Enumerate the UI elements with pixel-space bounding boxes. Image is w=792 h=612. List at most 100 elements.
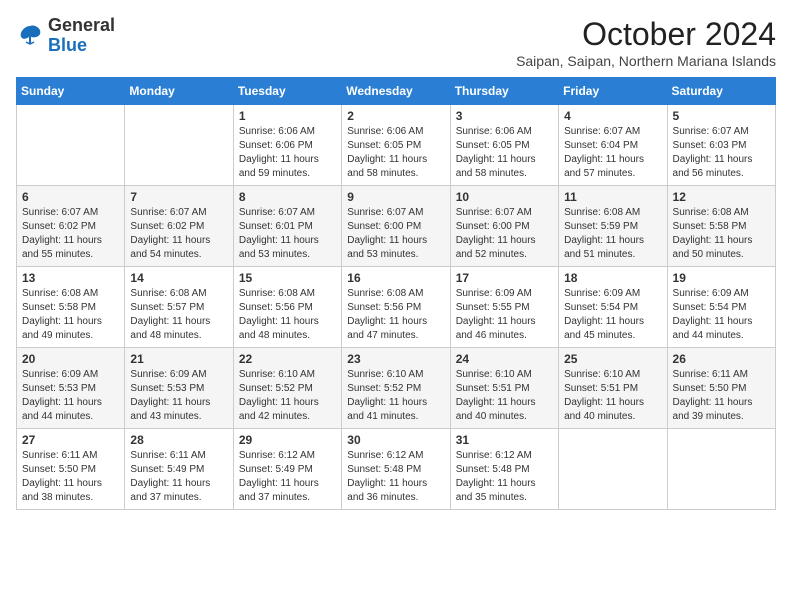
day-info: Sunrise: 6:11 AM Sunset: 5:49 PM Dayligh… xyxy=(130,449,227,505)
day-number: 10 xyxy=(456,190,553,204)
calendar-cell: 30Sunrise: 6:12 AM Sunset: 5:48 PM Dayli… xyxy=(342,429,450,510)
day-info: Sunrise: 6:07 AM Sunset: 6:00 PM Dayligh… xyxy=(456,206,553,262)
day-number: 24 xyxy=(456,352,553,366)
month-title: October 2024 xyxy=(516,16,776,53)
calendar-cell xyxy=(125,105,233,186)
day-number: 1 xyxy=(239,109,336,123)
day-info: Sunrise: 6:12 AM Sunset: 5:48 PM Dayligh… xyxy=(456,449,553,505)
page-header: General Blue October 2024 Saipan, Saipan… xyxy=(16,16,776,69)
day-number: 6 xyxy=(22,190,119,204)
day-number: 27 xyxy=(22,433,119,447)
day-number: 8 xyxy=(239,190,336,204)
day-info: Sunrise: 6:08 AM Sunset: 5:56 PM Dayligh… xyxy=(239,287,336,343)
day-header-saturday: Saturday xyxy=(667,78,775,105)
day-number: 13 xyxy=(22,271,119,285)
day-number: 29 xyxy=(239,433,336,447)
day-number: 28 xyxy=(130,433,227,447)
day-info: Sunrise: 6:09 AM Sunset: 5:53 PM Dayligh… xyxy=(130,368,227,424)
day-header-sunday: Sunday xyxy=(17,78,125,105)
calendar-cell: 29 Sunrise: 6:12 AM Sunset: 5:49 PM Dayli… xyxy=(233,429,341,510)
day-number: 23 xyxy=(347,352,444,366)
day-info: Sunrise: 6:10 AM Sunset: 5:52 PM Dayligh… xyxy=(239,368,336,424)
calendar-header-row: SundayMondayTuesdayWednesdayThursdayFrid… xyxy=(17,78,776,105)
day-number: 20 xyxy=(22,352,119,366)
logo-bird-icon xyxy=(16,22,44,50)
calendar-cell: 19Sunrise: 6:09 AM Sunset: 5:54 PM Dayli… xyxy=(667,267,775,348)
day-number: 5 xyxy=(673,109,770,123)
day-info: Sunrise: 6:10 AM Sunset: 5:51 PM Dayligh… xyxy=(456,368,553,424)
calendar-cell xyxy=(559,429,667,510)
day-info: Sunrise: 6:09 AM Sunset: 5:54 PM Dayligh… xyxy=(564,287,661,343)
day-info: Sunrise: 6:11 AM Sunset: 5:50 PM Dayligh… xyxy=(22,449,119,505)
day-header-wednesday: Wednesday xyxy=(342,78,450,105)
calendar-cell: 1Sunrise: 6:06 AM Sunset: 6:06 PM Daylig… xyxy=(233,105,341,186)
day-number: 31 xyxy=(456,433,553,447)
day-number: 26 xyxy=(673,352,770,366)
day-number: 17 xyxy=(456,271,553,285)
day-info: Sunrise: 6:12 AM Sunset: 5:48 PM Dayligh… xyxy=(347,449,444,505)
calendar-cell: 15 Sunrise: 6:08 AM Sunset: 5:56 PM Dayli… xyxy=(233,267,341,348)
logo: General Blue xyxy=(16,16,115,56)
calendar-cell: 26Sunrise: 6:11 AM Sunset: 5:50 PM Dayli… xyxy=(667,348,775,429)
calendar-cell: 20 Sunrise: 6:09 AM Sunset: 5:53 PM Dayli… xyxy=(17,348,125,429)
day-info: Sunrise: 6:07 AM Sunset: 6:02 PM Dayligh… xyxy=(130,206,227,262)
day-number: 16 xyxy=(347,271,444,285)
calendar-cell: 3Sunrise: 6:06 AM Sunset: 6:05 PM Daylig… xyxy=(450,105,558,186)
day-info: Sunrise: 6:06 AM Sunset: 6:05 PM Dayligh… xyxy=(347,125,444,181)
day-info: Sunrise: 6:07 AM Sunset: 6:03 PM Dayligh… xyxy=(673,125,770,181)
day-number: 12 xyxy=(673,190,770,204)
calendar-cell: 7 Sunrise: 6:07 AM Sunset: 6:02 PM Daylig… xyxy=(125,186,233,267)
calendar-cell: 23Sunrise: 6:10 AM Sunset: 5:52 PM Dayli… xyxy=(342,348,450,429)
day-number: 15 xyxy=(239,271,336,285)
calendar-cell: 24 Sunrise: 6:10 AM Sunset: 5:51 PM Dayli… xyxy=(450,348,558,429)
calendar-cell: 25 Sunrise: 6:10 AM Sunset: 5:51 PM Dayli… xyxy=(559,348,667,429)
calendar-cell: 21 Sunrise: 6:09 AM Sunset: 5:53 PM Dayli… xyxy=(125,348,233,429)
day-info: Sunrise: 6:12 AM Sunset: 5:49 PM Dayligh… xyxy=(239,449,336,505)
day-number: 25 xyxy=(564,352,661,366)
calendar-cell: 6 Sunrise: 6:07 AM Sunset: 6:02 PM Daylig… xyxy=(17,186,125,267)
calendar-cell: 27 Sunrise: 6:11 AM Sunset: 5:50 PM Dayli… xyxy=(17,429,125,510)
calendar-cell xyxy=(667,429,775,510)
subtitle: Saipan, Saipan, Northern Mariana Islands xyxy=(516,53,776,69)
calendar-body: 1Sunrise: 6:06 AM Sunset: 6:06 PM Daylig… xyxy=(17,105,776,510)
day-info: Sunrise: 6:09 AM Sunset: 5:55 PM Dayligh… xyxy=(456,287,553,343)
calendar-cell: 13 Sunrise: 6:08 AM Sunset: 5:58 PM Dayli… xyxy=(17,267,125,348)
day-info: Sunrise: 6:06 AM Sunset: 6:05 PM Dayligh… xyxy=(456,125,553,181)
day-header-friday: Friday xyxy=(559,78,667,105)
calendar-cell: 10 Sunrise: 6:07 AM Sunset: 6:00 PM Dayli… xyxy=(450,186,558,267)
calendar-cell: 18 Sunrise: 6:09 AM Sunset: 5:54 PM Dayli… xyxy=(559,267,667,348)
day-header-thursday: Thursday xyxy=(450,78,558,105)
day-info: Sunrise: 6:08 AM Sunset: 5:59 PM Dayligh… xyxy=(564,206,661,262)
calendar-cell: 16 Sunrise: 6:08 AM Sunset: 5:56 PM Dayli… xyxy=(342,267,450,348)
calendar-cell: 14Sunrise: 6:08 AM Sunset: 5:57 PM Dayli… xyxy=(125,267,233,348)
calendar-cell: 8Sunrise: 6:07 AM Sunset: 6:01 PM Daylig… xyxy=(233,186,341,267)
calendar-cell: 31 Sunrise: 6:12 AM Sunset: 5:48 PM Dayli… xyxy=(450,429,558,510)
calendar-cell: 4 Sunrise: 6:07 AM Sunset: 6:04 PM Daylig… xyxy=(559,105,667,186)
calendar-cell: 22 Sunrise: 6:10 AM Sunset: 5:52 PM Dayli… xyxy=(233,348,341,429)
calendar-cell xyxy=(17,105,125,186)
day-number: 21 xyxy=(130,352,227,366)
day-info: Sunrise: 6:09 AM Sunset: 5:53 PM Dayligh… xyxy=(22,368,119,424)
day-number: 2 xyxy=(347,109,444,123)
day-number: 7 xyxy=(130,190,227,204)
day-info: Sunrise: 6:08 AM Sunset: 5:58 PM Dayligh… xyxy=(22,287,119,343)
calendar-table: SundayMondayTuesdayWednesdayThursdayFrid… xyxy=(16,77,776,510)
day-info: Sunrise: 6:10 AM Sunset: 5:51 PM Dayligh… xyxy=(564,368,661,424)
calendar-cell: 2 Sunrise: 6:06 AM Sunset: 6:05 PM Daylig… xyxy=(342,105,450,186)
day-info: Sunrise: 6:08 AM Sunset: 5:56 PM Dayligh… xyxy=(347,287,444,343)
calendar-cell: 12Sunrise: 6:08 AM Sunset: 5:58 PM Dayli… xyxy=(667,186,775,267)
day-info: Sunrise: 6:08 AM Sunset: 5:57 PM Dayligh… xyxy=(130,287,227,343)
day-header-monday: Monday xyxy=(125,78,233,105)
day-number: 18 xyxy=(564,271,661,285)
day-number: 4 xyxy=(564,109,661,123)
calendar-week-4: 20 Sunrise: 6:09 AM Sunset: 5:53 PM Dayli… xyxy=(17,348,776,429)
day-info: Sunrise: 6:07 AM Sunset: 6:02 PM Dayligh… xyxy=(22,206,119,262)
day-header-tuesday: Tuesday xyxy=(233,78,341,105)
day-number: 22 xyxy=(239,352,336,366)
calendar-week-2: 6 Sunrise: 6:07 AM Sunset: 6:02 PM Daylig… xyxy=(17,186,776,267)
day-info: Sunrise: 6:07 AM Sunset: 6:04 PM Dayligh… xyxy=(564,125,661,181)
calendar-cell: 5 Sunrise: 6:07 AM Sunset: 6:03 PM Daylig… xyxy=(667,105,775,186)
calendar-week-3: 13 Sunrise: 6:08 AM Sunset: 5:58 PM Dayli… xyxy=(17,267,776,348)
title-block: October 2024 Saipan, Saipan, Northern Ma… xyxy=(516,16,776,69)
day-info: Sunrise: 6:09 AM Sunset: 5:54 PM Dayligh… xyxy=(673,287,770,343)
